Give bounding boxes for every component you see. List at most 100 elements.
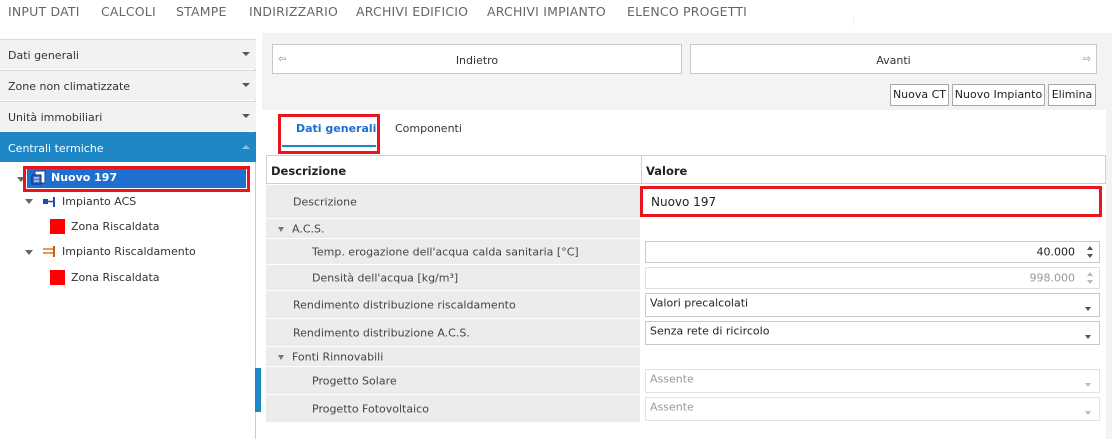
row-value-cell: 998.000 — [642, 265, 1106, 291]
grid-header-value: Valore — [641, 155, 1106, 184]
grid-row-densita: Densità dell'acqua [kg/m³] 998.000 — [266, 265, 1106, 291]
group-value-cell — [642, 219, 1106, 239]
spin-up-icon[interactable] — [1087, 246, 1093, 250]
zone-square-icon — [50, 219, 65, 234]
menu-stampe[interactable]: STAMPE — [176, 4, 227, 19]
highlight-box-descrizione — [640, 186, 1102, 217]
menu-archivi-edificio[interactable]: ARCHIVI EDIFICIO — [356, 4, 468, 19]
row-label: Densità dell'acqua [kg/m³] — [312, 271, 459, 284]
accordion-label: Centrali termiche — [8, 142, 104, 155]
group-label-cell: Fonti Rinnovabili — [266, 347, 640, 367]
tree-node-zona-riscaldata-1[interactable]: Zona Riscaldata — [50, 217, 230, 237]
row-label: Rendimento distribuzione A.C.S. — [293, 326, 470, 339]
row-label-cell: Progetto Fotovoltaico — [266, 395, 640, 423]
tree-node-label: Impianto Riscaldamento — [62, 245, 196, 258]
forward-button-label: Avanti — [876, 54, 911, 67]
chevron-up-icon — [242, 145, 250, 149]
chevron-down-icon — [1085, 335, 1091, 339]
row-label: Rendimento distribuzione riscaldamento — [293, 298, 516, 311]
group-label: Fonti Rinnovabili — [292, 350, 384, 363]
grid-group-fonti-rinnovabili[interactable]: Fonti Rinnovabili — [266, 347, 1106, 367]
back-button-label: Indietro — [455, 54, 499, 67]
density-stepper-value: 998.000 — [1029, 271, 1076, 285]
chevron-down-icon — [242, 52, 250, 56]
group-value-cell — [642, 347, 1106, 367]
select-value: Senza rete di ricircolo — [650, 324, 770, 338]
row-label: Progetto Fotovoltaico — [312, 402, 429, 415]
group-label-cell: A.C.S. — [266, 219, 640, 239]
row-value-cell: Valori precalcolati — [642, 291, 1106, 319]
accordion-dati-generali[interactable]: Dati generali — [0, 39, 256, 69]
accordion-label: Zone non climatizzate — [8, 80, 131, 93]
left-panel: Dati generali Zone non climatizzate Unit… — [0, 39, 256, 439]
collapse-icon[interactable] — [278, 226, 284, 232]
tree-node-label: Zona Riscaldata — [71, 271, 160, 284]
grid-row-temp: Temp. erogazione dell'acqua calda sanita… — [266, 239, 1106, 265]
delete-button[interactable]: Elimina — [1048, 84, 1096, 106]
menu-divider — [853, 18, 854, 26]
group-label: A.C.S. — [292, 222, 325, 235]
forward-button[interactable]: Avanti ⇨ — [690, 44, 1097, 74]
grid-row-rendimento-acs: Rendimento distribuzione A.C.S. Senza re… — [266, 319, 1106, 347]
accordion-label: Unità immobiliari — [8, 111, 103, 124]
spin-up-icon — [1087, 272, 1093, 276]
grid-row-rendimento-riscaldamento: Rendimento distribuzione riscaldamento V… — [266, 291, 1106, 319]
arrow-right-icon: ⇨ — [1082, 54, 1091, 65]
accordion-zone-non-climatizzate[interactable]: Zone non climatizzate — [0, 70, 256, 100]
row-value-cell: Assente — [642, 395, 1106, 423]
row-label-cell: Temp. erogazione dell'acqua calda sanita… — [266, 239, 640, 265]
select-value: Assente — [650, 372, 694, 386]
row-label-cell: Rendimento distribuzione riscaldamento — [266, 291, 640, 319]
row-value-cell: Senza rete di ricircolo — [642, 319, 1106, 347]
tab-componenti[interactable]: Componenti — [395, 122, 462, 135]
tree-node-impianto-riscaldamento[interactable]: Impianto Riscaldamento — [40, 242, 250, 262]
rendimento-riscaldamento-select[interactable]: Valori precalcolati — [645, 293, 1100, 317]
menu-calcoli[interactable]: CALCOLI — [101, 4, 156, 19]
accordion-label: Dati generali — [8, 49, 79, 62]
tree-node-label: Zona Riscaldata — [71, 220, 160, 233]
chevron-down-icon — [1085, 307, 1091, 311]
grid-row-progetto-fotovoltaico: Progetto Fotovoltaico Assente — [266, 395, 1106, 423]
tree-node-impianto-acs[interactable]: Impianto ACS — [40, 192, 240, 212]
menu-archivi-impianto[interactable]: ARCHIVI IMPIANTO — [487, 4, 606, 19]
highlight-box-tab — [278, 114, 380, 154]
grid-group-acs[interactable]: A.C.S. — [266, 219, 1106, 239]
temp-stepper-value: 40.000 — [1036, 245, 1076, 259]
grid-row-progetto-solare: Progetto Solare Assente — [266, 367, 1106, 395]
row-value-cell: Assente — [642, 367, 1106, 395]
chevron-down-icon — [1085, 383, 1091, 387]
acs-pipe-icon — [43, 197, 55, 207]
tree-node-label: Impianto ACS — [62, 195, 137, 208]
row-label-cell: Densità dell'acqua [kg/m³] — [266, 265, 640, 291]
progetto-fotovoltaico-select: Assente — [645, 397, 1100, 421]
row-label-cell: Descrizione — [266, 185, 640, 219]
menu-indirizzario[interactable]: INDIRIZZARIO — [249, 4, 338, 19]
row-label: Temp. erogazione dell'acqua calda sanita… — [312, 245, 579, 258]
new-plant-button[interactable]: Nuovo Impianto — [952, 84, 1045, 106]
back-button[interactable]: ⇦ Indietro — [272, 44, 682, 74]
zone-square-icon — [50, 270, 65, 285]
new-ct-button[interactable]: Nuova CT — [890, 84, 949, 106]
row-label: Progetto Solare — [312, 374, 397, 387]
tree-expand-icon[interactable] — [25, 199, 33, 204]
row-label: Descrizione — [293, 195, 357, 208]
left-panel-scrollbar[interactable] — [255, 368, 261, 412]
highlight-box-tree-node — [23, 166, 250, 192]
grid-header-description: Descrizione — [266, 155, 642, 184]
tree-expand-icon[interactable] — [25, 250, 33, 255]
menu-elenco-progetti[interactable]: ELENCO PROGETTI — [627, 4, 747, 19]
select-value: Assente — [650, 400, 694, 414]
chevron-down-icon — [242, 114, 250, 118]
row-value-cell: 40.000 — [642, 239, 1106, 265]
tree-node-zona-riscaldata-2[interactable]: Zona Riscaldata — [50, 268, 230, 288]
accordion-centrali-termiche[interactable]: Centrali termiche — [0, 132, 256, 162]
spin-down-icon[interactable] — [1087, 254, 1093, 258]
progetto-solare-select: Assente — [645, 369, 1100, 393]
collapse-icon[interactable] — [278, 354, 284, 360]
temp-stepper[interactable]: 40.000 — [645, 241, 1100, 263]
accordion-unita-immobiliari[interactable]: Unità immobiliari — [0, 101, 256, 131]
row-label-cell: Rendimento distribuzione A.C.S. — [266, 319, 640, 347]
chevron-down-icon — [242, 83, 250, 87]
menu-input-dati[interactable]: INPUT DATI — [8, 4, 80, 19]
rendimento-acs-select[interactable]: Senza rete di ricircolo — [645, 321, 1100, 345]
